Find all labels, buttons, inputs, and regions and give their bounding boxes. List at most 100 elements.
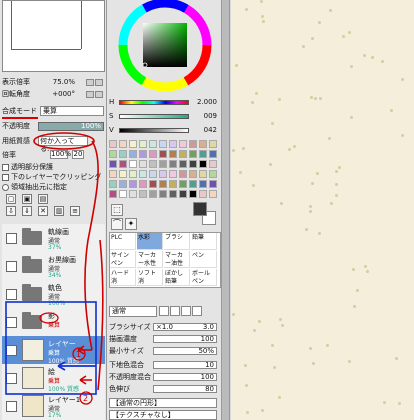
color-swatch[interactable] <box>139 140 147 148</box>
color-swatch[interactable] <box>169 180 177 188</box>
hue-slider[interactable]: H 2.000 <box>109 98 217 107</box>
color-swatch[interactable] <box>149 140 157 148</box>
persistence-slider[interactable]: 80 <box>153 385 217 393</box>
brush-tool-button[interactable]: 水彩 <box>137 233 163 250</box>
brush-tool-button[interactable]: ブラシ <box>164 233 190 250</box>
brush-tool-button[interactable]: ぼかし鉛筆 <box>164 269 190 286</box>
color-swatch[interactable] <box>179 180 187 188</box>
color-swatch[interactable] <box>159 170 167 178</box>
layer-item[interactable]: レイヤー1 通常 17% <box>2 392 105 420</box>
color-swatch[interactable] <box>199 140 207 148</box>
visibility-checkbox[interactable] <box>6 345 17 356</box>
color-swatch[interactable] <box>139 160 147 168</box>
color-swatches[interactable] <box>109 140 221 202</box>
opacity-blend-slider[interactable]: 100 <box>153 373 217 381</box>
paper-texture-select[interactable]: 何か入ってる… <box>38 136 88 153</box>
navigator-preview[interactable] <box>2 0 105 72</box>
color-swatch[interactable] <box>159 140 167 148</box>
merge-down-icon[interactable]: ⇓ <box>22 206 32 216</box>
color-swatch[interactable] <box>209 150 217 158</box>
brush-tool-button[interactable]: ペン <box>191 251 217 268</box>
clipping-checkbox[interactable] <box>2 173 9 181</box>
color-swatch[interactable] <box>109 160 117 168</box>
layer-item-selected[interactable]: レイヤー 乗算 100% 質感 <box>2 336 105 366</box>
color-swatch[interactable] <box>159 160 167 168</box>
brush-mode-select[interactable]: 通常 <box>109 306 157 317</box>
color-swatch[interactable] <box>179 140 187 148</box>
color-swatch[interactable] <box>179 190 187 198</box>
color-swatch[interactable] <box>149 190 157 198</box>
panel-scrollbar[interactable] <box>222 0 230 420</box>
protect-alpha-checkbox[interactable] <box>2 163 9 171</box>
rotate-left-button[interactable] <box>86 90 94 98</box>
clipping-option[interactable]: 下のレイヤーでクリッピング <box>2 173 101 182</box>
color-swatch[interactable] <box>149 160 157 168</box>
color-swatch[interactable] <box>119 180 127 188</box>
lasso-icon[interactable]: ⌒ <box>111 218 123 230</box>
saturation-slider[interactable]: S 009 <box>109 112 217 121</box>
color-swatch[interactable] <box>189 160 197 168</box>
brush-size-multiplier[interactable]: ×1.0 <box>156 323 173 331</box>
visibility-checkbox[interactable] <box>6 289 17 300</box>
color-swatch[interactable] <box>179 170 187 178</box>
color-swatch[interactable] <box>109 140 117 148</box>
color-swatch[interactable] <box>169 140 177 148</box>
color-swatch[interactable] <box>119 160 127 168</box>
rotate-right-button[interactable] <box>95 90 103 98</box>
selection-source-option[interactable]: 領域抽出元に指定 <box>2 183 67 192</box>
shape-sharp-icon[interactable] <box>192 306 202 316</box>
color-swatch[interactable] <box>179 160 187 168</box>
color-swatch[interactable] <box>199 190 207 198</box>
protect-alpha-option[interactable]: 透明部分保護 <box>2 163 53 172</box>
color-swatch[interactable] <box>209 140 217 148</box>
color-swatch[interactable] <box>209 160 217 168</box>
rotate-value[interactable]: +000° <box>52 90 75 99</box>
zoom-value[interactable]: 75.0% <box>53 78 75 87</box>
color-swatch[interactable] <box>109 190 117 198</box>
value-value[interactable]: 042 <box>204 126 217 134</box>
layer-item[interactable]: 軌線画 通常 37% <box>2 224 105 254</box>
brush-tool-button[interactable]: マーカー水性 <box>137 251 163 268</box>
color-swatch[interactable] <box>169 150 177 158</box>
select-rect-icon[interactable]: ⬚ <box>111 204 123 216</box>
color-swatch[interactable] <box>139 180 147 188</box>
color-swatch[interactable] <box>129 150 137 158</box>
visibility-checkbox[interactable] <box>6 401 17 412</box>
new-layer-icon[interactable]: ▢ <box>6 194 16 204</box>
visibility-checkbox[interactable] <box>6 233 17 244</box>
color-swatch[interactable] <box>109 150 117 158</box>
brush-texture-preset[interactable]: 【テクスチャなし】 <box>109 410 217 420</box>
brush-tool-button[interactable]: サインペン <box>110 251 136 268</box>
color-swatch[interactable] <box>109 180 117 188</box>
zoom-out-button[interactable] <box>86 78 94 86</box>
layer-item[interactable]: 軌色 通常 100% <box>2 280 105 310</box>
color-swatch[interactable] <box>119 170 127 178</box>
min-size-slider[interactable]: 50% <box>153 347 217 355</box>
shape-soft-icon[interactable] <box>159 306 169 316</box>
color-swatch[interactable] <box>119 190 127 198</box>
new-linework-icon[interactable]: ▣ <box>22 194 32 204</box>
selection-source-radio[interactable] <box>2 183 9 191</box>
opacity-slider[interactable]: 100% <box>38 122 104 131</box>
color-swatch[interactable] <box>139 150 147 158</box>
visibility-checkbox[interactable] <box>6 373 17 384</box>
layer-properties-icon[interactable]: ≡ <box>70 206 80 216</box>
zoom-in-button[interactable] <box>95 78 103 86</box>
drawing-canvas[interactable] <box>231 0 414 420</box>
brush-tool-button[interactable]: ハード消 <box>110 269 136 286</box>
texture-scale-value[interactable]: 100% <box>50 150 71 159</box>
color-swatch[interactable] <box>119 150 127 158</box>
layer-item[interactable]: お黒線画 通常 34% <box>2 252 105 282</box>
color-swatch[interactable] <box>169 170 177 178</box>
texture-strength-value[interactable]: 20 <box>72 150 84 159</box>
color-swatch[interactable] <box>189 140 197 148</box>
color-swatch[interactable] <box>189 170 197 178</box>
visibility-checkbox[interactable] <box>6 261 17 272</box>
color-swatch[interactable] <box>149 180 157 188</box>
value-slider[interactable]: V 042 <box>109 126 217 135</box>
layer-item[interactable]: 影 乗算 <box>2 308 105 338</box>
brush-shape-preset[interactable]: 【通常の円形】 <box>109 398 217 408</box>
shape-mid-icon[interactable] <box>181 306 191 316</box>
visibility-checkbox[interactable] <box>6 317 17 328</box>
magic-wand-icon[interactable]: ✦ <box>125 218 137 230</box>
